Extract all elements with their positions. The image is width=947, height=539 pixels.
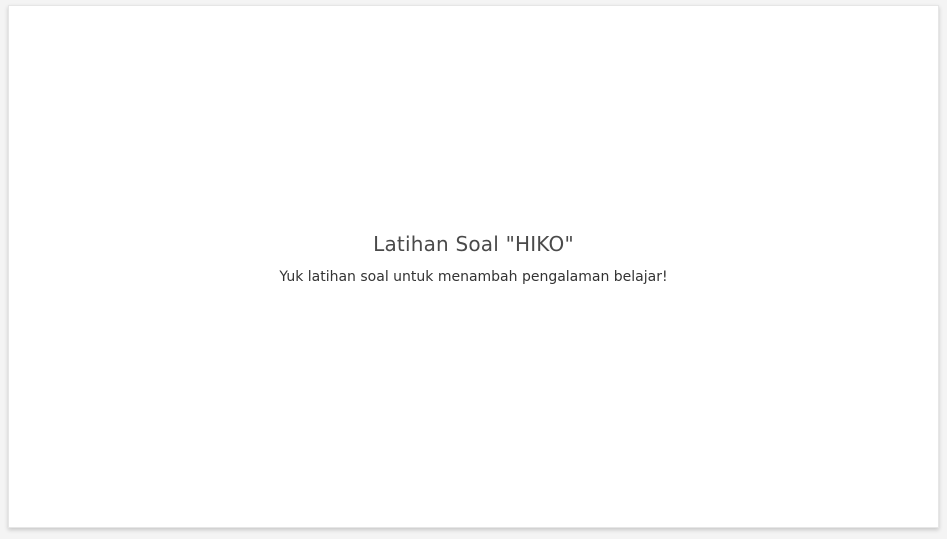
page-subtitle: Yuk latihan soal untuk menambah pengalam… xyxy=(279,269,668,285)
card-header: Latihan Soal "HIKO" Yuk latihan soal unt… xyxy=(9,232,938,288)
content-card: Latihan Soal "HIKO" Yuk latihan soal unt… xyxy=(8,5,939,528)
page-title: Latihan Soal "HIKO" xyxy=(373,232,574,256)
page-background: Latihan Soal "HIKO" Yuk latihan soal unt… xyxy=(0,0,947,539)
